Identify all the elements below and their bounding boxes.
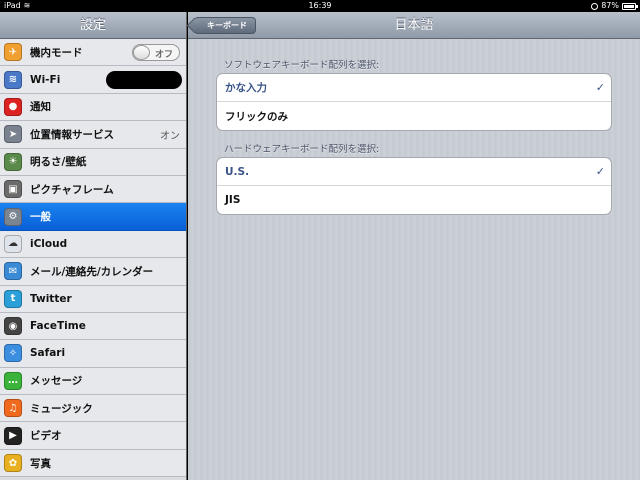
status-bar: iPad ≋ 16:39 87% (0, 0, 640, 12)
hardware-keyboard-group: U.S. ✓ JIS (216, 157, 612, 215)
hardware-option-0[interactable]: U.S. ✓ (217, 158, 611, 186)
back-button[interactable]: キーボード (194, 17, 256, 34)
cloud-icon: ☁ (4, 234, 22, 253)
option-label: フリックのみ (225, 110, 288, 123)
sidebar-item-value: オン (160, 130, 180, 142)
option-label: U.S. (225, 165, 250, 178)
sidebar-item-label: メッセージ (30, 375, 83, 388)
sidebar-item-10[interactable]: ◉ FaceTime (0, 312, 186, 341)
location-icon: ➤ (4, 125, 22, 144)
hardware-option-1[interactable]: JIS (217, 186, 611, 214)
sidebar-list: ✈ 機内モード オフ ≋ Wi-Fi ● 通知 ➤ 位置情報サービス オン ☀ 明るさ/壁紙 ▣ ピクチャ… (0, 39, 186, 478)
option-label: JIS (225, 194, 241, 206)
picture-frame-icon: ▣ (4, 180, 22, 199)
sidebar-item-15[interactable]: ✿ 写真 (0, 449, 186, 478)
airplane-mode-toggle[interactable]: オフ (132, 44, 180, 61)
software-keyboard-label: ソフトウェアキーボード配列を選択: (224, 60, 380, 71)
sidebar-item-label: 通知 (30, 101, 51, 114)
sidebar-item-label: FaceTime (30, 320, 86, 333)
sidebar-item-1[interactable]: ≋ Wi-Fi (0, 66, 186, 94)
main-pane: 日本語 キーボード ソフトウェアキーボード配列を選択: かな入力 ✓ フリックのみ … (188, 12, 640, 480)
sidebar-item-label: Safari (30, 347, 66, 360)
notifications-icon: ● (4, 97, 22, 116)
facetime-icon: ◉ (4, 317, 22, 336)
gear-icon: ⚙ (4, 207, 22, 226)
sidebar-item-label: iCloud (30, 237, 68, 250)
battery-percent: 87% (601, 1, 619, 10)
sidebar-item-label: 写真 (30, 457, 51, 470)
sidebar-item-14[interactable]: ▶ ビデオ (0, 422, 186, 450)
option-label: かな入力 (225, 82, 267, 94)
rotation-lock-icon (591, 3, 599, 10)
sidebar-item-label: メール/連絡先/カレンダー (30, 265, 154, 278)
sidebar-item-label: ピクチャフレーム (30, 183, 114, 196)
toggle-knob (133, 45, 150, 60)
sidebar-item-label: 機内モード (30, 46, 83, 59)
sidebar-item-label: ビデオ (30, 430, 62, 443)
brightness-icon: ☀ (4, 152, 22, 171)
sidebar-item-label: 明るさ/壁紙 (30, 156, 87, 169)
hardware-keyboard-label: ハードウェアキーボード配列を選択: (224, 144, 380, 155)
music-icon: ♫ (4, 399, 22, 418)
redacted-network-name (106, 71, 182, 90)
wifi-icon: ≋ (4, 70, 22, 89)
toggle-label: オフ (154, 50, 173, 60)
video-icon: ▶ (4, 426, 22, 445)
software-option-0[interactable]: かな入力 ✓ (217, 74, 611, 102)
sidebar-item-9[interactable]: t Twitter (0, 285, 186, 313)
sidebar-item-12[interactable]: … メッセージ (0, 367, 186, 396)
nav-bar: 日本語 キーボード (188, 12, 640, 39)
sidebar-item-3[interactable]: ➤ 位置情報サービス オン (0, 121, 186, 149)
checkmark-icon: ✓ (595, 81, 605, 94)
mail-icon: ✉ (4, 262, 22, 281)
sidebar-item-label: 一般 (30, 211, 51, 224)
sidebar-item-6[interactable]: ⚙ 一般 (0, 203, 186, 231)
twitter-icon: t (4, 289, 22, 308)
sidebar-item-0[interactable]: ✈ 機内モード オフ (0, 39, 186, 67)
safari-icon: ✧ (4, 344, 22, 363)
checkmark-icon: ✓ (595, 165, 605, 178)
software-option-1[interactable]: フリックのみ (217, 102, 611, 130)
sidebar-item-4[interactable]: ☀ 明るさ/壁紙 (0, 148, 186, 176)
messages-icon: … (4, 371, 22, 390)
status-time: 16:39 (308, 1, 332, 10)
sidebar-item-label: ミュージック (30, 402, 93, 415)
settings-sidebar: 設定 ✈ 機内モード オフ ≋ Wi-Fi ● 通知 ➤ 位置情報サービス オン ☀ 明るさ/壁紙 ▣ ピ… (0, 12, 187, 480)
sidebar-item-5[interactable]: ▣ ピクチャフレーム (0, 175, 186, 204)
sidebar-item-8[interactable]: ✉ メール/連絡先/カレンダー (0, 258, 186, 286)
sidebar-item-13[interactable]: ♫ ミュージック (0, 395, 186, 423)
sidebar-item-label: 位置情報サービス (30, 128, 114, 141)
airplane-icon: ✈ (4, 43, 22, 62)
sidebar-item-label: Wi-Fi (30, 73, 61, 86)
battery-icon (622, 3, 638, 10)
software-keyboard-group: かな入力 ✓ フリックのみ (216, 73, 612, 131)
battery-level (624, 5, 634, 8)
sidebar-item-11[interactable]: ✧ Safari (0, 340, 186, 368)
sidebar-item-7[interactable]: ☁ iCloud (0, 230, 186, 259)
sidebar-title: 設定 (0, 12, 186, 39)
sidebar-item-label: Twitter (30, 292, 72, 305)
photos-icon: ✿ (4, 454, 22, 473)
sidebar-item-2[interactable]: ● 通知 (0, 93, 186, 122)
